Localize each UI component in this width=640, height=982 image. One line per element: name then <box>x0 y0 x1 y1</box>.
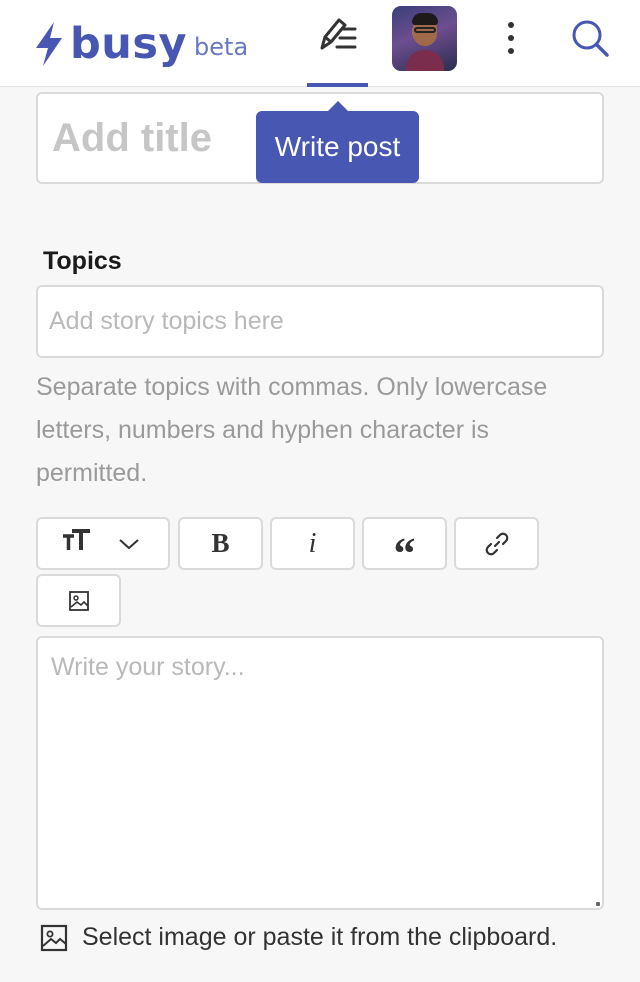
link-icon <box>485 532 508 555</box>
search-icon[interactable] <box>570 18 610 58</box>
write-post-button[interactable] <box>307 0 368 87</box>
text-size-icon <box>62 528 92 559</box>
chevron-down-icon <box>119 538 139 549</box>
topics-placeholder: Add story topics here <box>49 307 284 335</box>
topics-input[interactable]: Add story topics here <box>36 285 604 358</box>
more-vertical-icon <box>508 22 514 28</box>
image-icon <box>68 590 89 611</box>
lightning-bolt-icon <box>36 22 62 66</box>
more-vertical-icon-dot <box>508 35 514 41</box>
write-post-icon <box>320 18 356 50</box>
story-placeholder: Write your story... <box>51 653 245 681</box>
avatar-hair <box>412 13 438 25</box>
busy-logo[interactable]: busy beta <box>32 14 248 68</box>
more-vertical-icon-dot <box>508 48 514 54</box>
more-menu-button[interactable] <box>498 18 524 58</box>
active-tab-indicator <box>307 83 368 87</box>
heading-size-button[interactable] <box>36 517 170 570</box>
quote-button[interactable]: “ <box>362 517 447 578</box>
image-upload-link[interactable]: Select image or paste it from the clipbo… <box>40 923 557 952</box>
topics-label: Topics <box>43 247 122 275</box>
image-icon <box>40 924 68 951</box>
story-textarea[interactable]: Write your story... <box>36 636 604 910</box>
italic-button[interactable]: i <box>270 517 355 570</box>
bold-button[interactable]: B <box>178 517 263 570</box>
resize-handle[interactable] <box>596 902 600 906</box>
write-post-tooltip: Write post <box>256 101 419 183</box>
upload-text: Select image or paste it from the clipbo… <box>82 923 558 951</box>
beta-badge: beta <box>194 33 249 61</box>
user-avatar[interactable] <box>392 6 457 71</box>
logo-text: busy <box>70 19 188 69</box>
link-button[interactable] <box>454 517 539 570</box>
title-placeholder: Add title <box>52 116 212 160</box>
top-navigation-bar: busy beta <box>0 0 640 87</box>
topics-hint: Separate topics with commas. Only lowerc… <box>36 373 548 487</box>
avatar-shirt <box>406 50 444 71</box>
insert-image-button[interactable] <box>36 574 121 627</box>
avatar-glasses <box>414 27 436 33</box>
